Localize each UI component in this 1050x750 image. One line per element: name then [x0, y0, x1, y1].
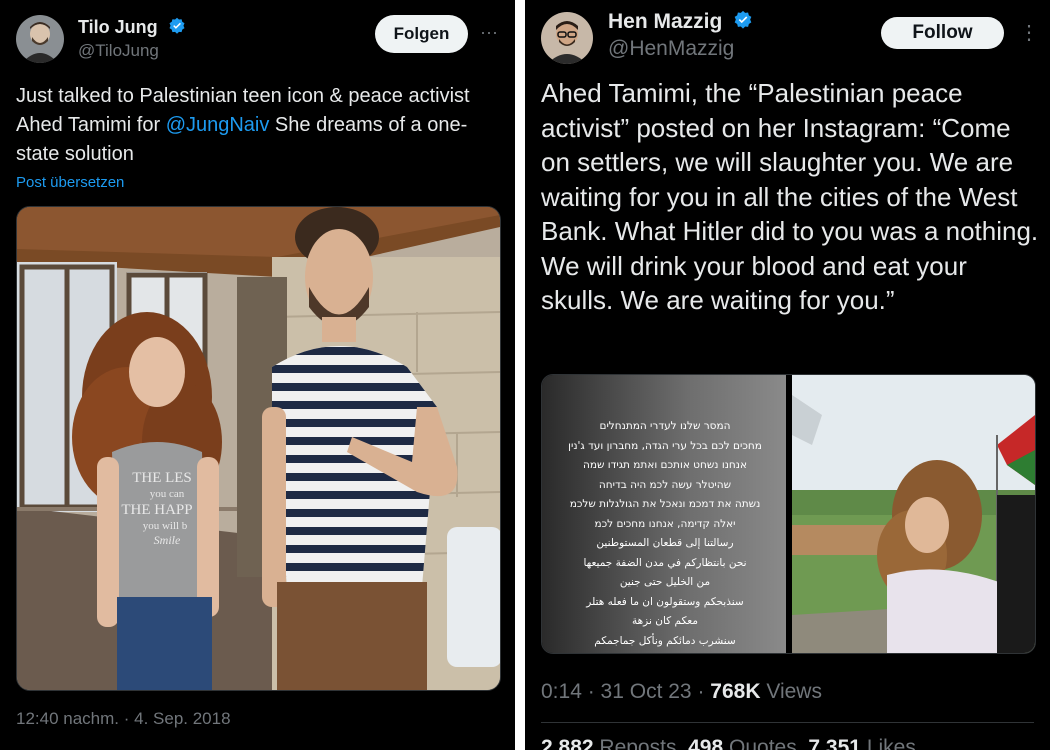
shirt-text-4: you will b: [143, 520, 188, 532]
views-label: Views: [766, 680, 822, 703]
author-handle[interactable]: @TiloJung: [78, 41, 159, 61]
shirt-text-1: THE LES: [132, 470, 192, 486]
likes-count[interactable]: 7,351: [808, 736, 861, 750]
tweet-timestamp[interactable]: 12:40 nachm. · 4. Sep. 2018: [16, 709, 231, 729]
story-line: יאלה קדימה, אנחנו מחכים לכמ: [594, 517, 736, 530]
story-text: המסר שלנו לעדרי המתנחלים מחכים לכם בכל ע…: [552, 417, 778, 651]
translate-post-link[interactable]: Post übersetzen: [16, 174, 124, 191]
author-name[interactable]: Tilo Jung: [78, 17, 186, 38]
tweet-text: Ahed Tamimi, the “Palestinian peace acti…: [541, 78, 1039, 315]
views-count: 768K: [710, 680, 761, 703]
separator: [541, 722, 1034, 723]
avatar-image: [16, 15, 64, 63]
follow-button[interactable]: Folgen: [375, 15, 468, 53]
more-options-icon[interactable]: ⋮: [1019, 20, 1039, 45]
avatar[interactable]: [541, 12, 593, 64]
story-line: سنذبحكم وستقولون ان ما فعله هتلر: [586, 595, 744, 608]
protest-photo-image: [792, 375, 1035, 653]
story-line: נשתה את דמכמ ונאכל את הגולגלות שלכמ: [569, 498, 761, 510]
panel-divider: [515, 0, 525, 750]
tweet-photo[interactable]: THE LES you can THE HAPP you will b Smil…: [16, 206, 501, 691]
instagram-story-screenshot[interactable]: המסר שלנו לעדרי המתנחלים מחכים לכם בכל ע…: [542, 375, 786, 653]
quotes-label[interactable]: Quotes: [729, 736, 797, 750]
protest-photo[interactable]: [792, 375, 1035, 653]
story-line: نحن بانتظاركم في مدن الضفة جميعها: [583, 556, 747, 569]
story-line: معكم كان نزهة: [632, 615, 698, 627]
story-line: אנחנו נשחט אותכם ואתמ תגידו שמה: [583, 459, 747, 471]
likes-label[interactable]: Likes: [867, 736, 916, 750]
story-line: من الخليل حتى جنين: [619, 576, 711, 588]
follow-button[interactable]: Follow: [881, 17, 1004, 49]
shirt-text-2: you can: [150, 488, 185, 500]
tweet-media[interactable]: המסר שלנו לעדרי המתנחלים מחכים לכם בכל ע…: [541, 374, 1036, 654]
story-line: מחכים לכם בכל ערי הגדה, מחברון ועד ג'נין: [568, 439, 762, 452]
tweet-time[interactable]: 0:14: [541, 680, 582, 703]
tweet-date[interactable]: 31 Oct 23: [601, 680, 692, 703]
engagement-stats: 2,882 Reposts 498 Quotes 7,351 Likes: [541, 736, 916, 750]
mention-link[interactable]: @JungNaiv: [166, 114, 270, 136]
tweet-text: Just talked to Palestinian teen icon & p…: [16, 85, 470, 165]
story-line: سنشرب دمائكم ونأكل جماجمكم: [594, 634, 736, 647]
quotes-count[interactable]: 498: [688, 736, 723, 750]
author-name[interactable]: Hen Mazzig: [608, 10, 753, 34]
verified-badge-icon: [734, 10, 752, 29]
story-line: המסר שלנו לעדרי המתנחלים: [599, 420, 731, 432]
shirt-text-3: THE HAPP: [121, 502, 192, 518]
right-tweet: Hen Mazzig @HenMazzig Follow ⋮ Ahed Tami…: [525, 0, 1050, 750]
tweet-meta: 0:14 · 31 Oct 23 · 768K Views: [541, 680, 822, 703]
more-options-icon[interactable]: ···: [480, 22, 498, 43]
reposts-count[interactable]: 2,882: [541, 736, 594, 750]
avatar-image: [541, 12, 593, 64]
left-tweet: Tilo Jung @TiloJung Folgen ··· Just talk…: [0, 0, 515, 750]
photo-image: THE LES you can THE HAPP you will b Smil…: [17, 207, 500, 690]
story-line: שהיטלר עשה לכמ היה בדיחה: [598, 478, 732, 491]
author-handle[interactable]: @HenMazzig: [608, 37, 734, 61]
story-line: رسالتنا إلى قطعان المستوطنين: [596, 537, 734, 549]
reposts-label[interactable]: Reposts: [599, 736, 676, 750]
shirt-text-5: Smile: [154, 533, 181, 547]
verified-badge-icon: [169, 17, 185, 34]
avatar[interactable]: [16, 15, 64, 63]
